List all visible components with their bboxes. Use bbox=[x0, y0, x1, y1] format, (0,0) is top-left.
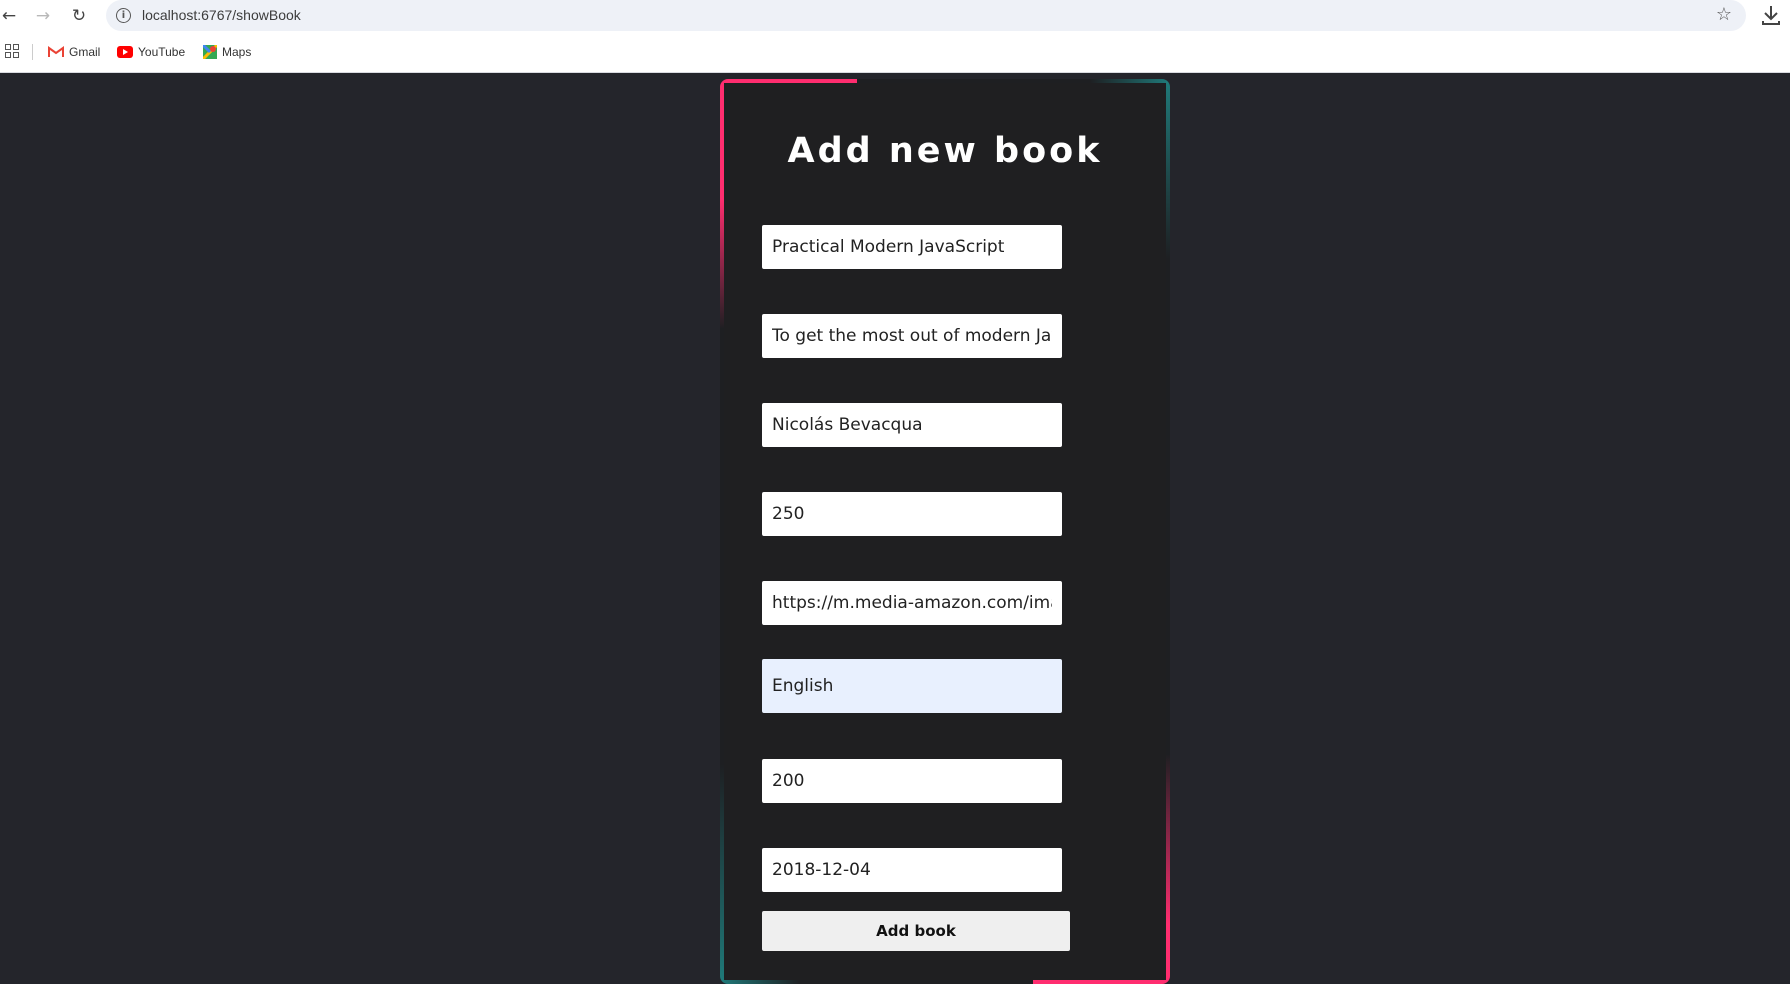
form-card-border: Add new book Add book bbox=[720, 79, 1170, 984]
forward-icon[interactable]: → bbox=[30, 3, 56, 29]
form-title: Add new book bbox=[787, 131, 1103, 171]
add-book-button[interactable]: Add book bbox=[762, 911, 1070, 951]
youtube-icon bbox=[117, 46, 133, 58]
site-info-icon[interactable]: i bbox=[116, 8, 131, 23]
page-content: Add new book Add book bbox=[0, 74, 1790, 984]
add-book-form: Add new book Add book bbox=[724, 83, 1166, 980]
bookmark-youtube[interactable]: YouTube bbox=[117, 42, 185, 62]
image-url-input[interactable] bbox=[762, 581, 1062, 625]
browser-toolbar: ← → ↻ i localhost:6767/showBook ☆ bbox=[0, 0, 1790, 32]
gmail-icon bbox=[48, 46, 64, 57]
download-icon[interactable] bbox=[1760, 3, 1782, 27]
back-icon[interactable]: ← bbox=[0, 3, 22, 29]
maps-icon bbox=[203, 45, 217, 59]
bookmark-star-icon[interactable]: ☆ bbox=[1716, 4, 1732, 25]
bookmark-label: Maps bbox=[222, 45, 252, 59]
url-text[interactable]: localhost:6767/showBook bbox=[142, 7, 301, 23]
title-input[interactable] bbox=[762, 225, 1062, 269]
author-input[interactable] bbox=[762, 403, 1062, 447]
apps-grid-icon[interactable] bbox=[5, 44, 19, 58]
browser-chrome: ← → ↻ i localhost:6767/showBook ☆ Gmail … bbox=[0, 0, 1790, 73]
price-input[interactable] bbox=[762, 759, 1062, 803]
description-input[interactable] bbox=[762, 314, 1062, 358]
reload-icon[interactable]: ↻ bbox=[66, 3, 92, 29]
language-input[interactable] bbox=[762, 659, 1062, 713]
published-date-input[interactable] bbox=[762, 848, 1062, 892]
bookmark-label: Gmail bbox=[69, 45, 101, 59]
bookmark-gmail[interactable]: Gmail bbox=[48, 42, 100, 62]
bookmarks-bar: Gmail YouTube Maps bbox=[0, 38, 1790, 66]
pages-input[interactable] bbox=[762, 492, 1062, 536]
bookmark-label: YouTube bbox=[138, 45, 186, 59]
bookmarks-divider bbox=[32, 44, 33, 60]
bookmark-maps[interactable]: Maps bbox=[203, 42, 251, 62]
address-bar[interactable]: i localhost:6767/showBook ☆ bbox=[106, 0, 1746, 31]
